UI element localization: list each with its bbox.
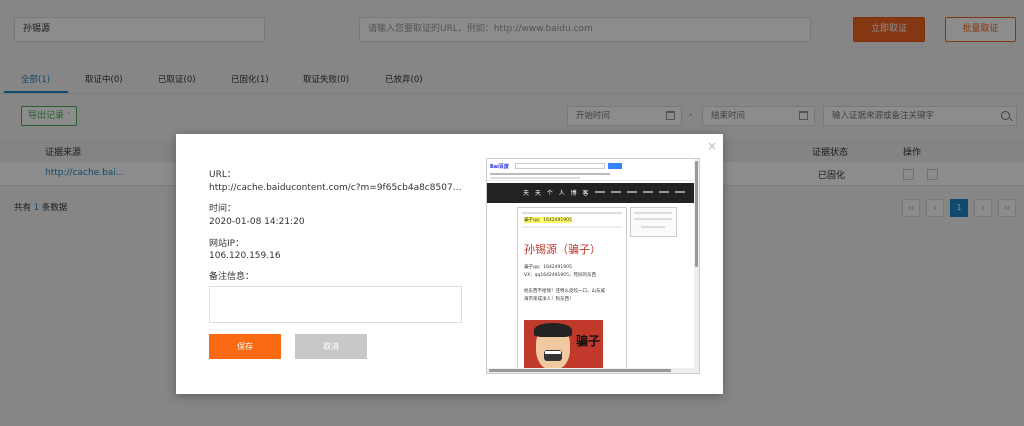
preview-desc-line-1: 他东西不给钱！还特么反咬一口，山东威 <box>524 289 605 294</box>
preview-nav-item <box>595 191 605 193</box>
preview-text-line <box>634 218 672 220</box>
preview-headline: 孙锡源（骗子） <box>524 243 601 256</box>
url-label: URL： <box>209 170 236 180</box>
preview-sidebar-box <box>630 207 677 237</box>
ip-label: 网站IP： <box>209 239 245 249</box>
preview-blog-title: 天 天 个 人 博 客 <box>523 190 591 197</box>
cartoon-teeth <box>545 351 561 354</box>
preview-nav-item <box>611 191 621 193</box>
preview-nav-item <box>675 191 685 193</box>
preview-scroll-thumb[interactable] <box>695 161 698 267</box>
cartoon-hair <box>534 323 572 337</box>
note-textarea[interactable] <box>209 286 462 323</box>
preview-text-line <box>641 226 665 228</box>
preview-text-line <box>522 226 622 228</box>
preview-blog-header: 天 天 个 人 博 客 <box>487 183 696 203</box>
preview-nav-item <box>643 191 653 193</box>
baidu-logo: Bai百度 <box>490 164 509 170</box>
time-value: 2020-01-08 14:21:20 <box>209 217 305 227</box>
preview-hscroll-thumb[interactable] <box>489 369 671 372</box>
url-value: http://cache.baiducontent.com/c?m=9f65cb… <box>209 183 465 193</box>
preview-vx-line: VX：qq1642491905，死妈的东西 <box>524 273 597 278</box>
preview-search-button <box>608 163 622 169</box>
image-caption: 骗子 <box>576 334 601 348</box>
close-icon[interactable]: × <box>707 140 717 152</box>
preview-search-box <box>515 163 605 169</box>
preview-nav-item <box>659 191 669 193</box>
ip-value: 106.120.159.16 <box>209 251 281 261</box>
preview-excerpt-line: 骗子qq：1642491905 <box>524 217 572 223</box>
preview-text-line <box>634 212 672 214</box>
preview-horizontal-scrollbar[interactable] <box>487 368 696 373</box>
evidence-screenshot-preview[interactable]: Bai百度 天 天 个 人 博 客 骗子qq：1642491905 孙锡源（骗子… <box>486 158 700 374</box>
preview-browser-bar: Bai百度 <box>487 159 699 181</box>
preview-cartoon-image: 骗子 <box>524 320 603 373</box>
preview-text-line <box>490 177 580 179</box>
cancel-button[interactable]: 取消 <box>295 334 367 359</box>
time-label: 时间： <box>209 204 237 214</box>
preview-nav-item <box>627 191 637 193</box>
preview-vertical-scrollbar[interactable] <box>694 159 699 373</box>
preview-desc-line-2: 海市荣成洋人！狗东西！ <box>524 297 574 302</box>
note-label: 备注信息： <box>209 272 255 282</box>
preview-qq-line: 骗子qq：1642491905 <box>524 265 572 270</box>
preview-text-line <box>522 212 622 214</box>
evidence-detail-modal: × URL： http://cache.baiducontent.com/c?m… <box>176 134 723 394</box>
save-button[interactable]: 保存 <box>209 334 281 359</box>
preview-text-line <box>490 173 610 175</box>
preview-post-body: 骗子qq：1642491905 孙锡源（骗子） 骗子qq：1642491905 … <box>517 207 627 373</box>
